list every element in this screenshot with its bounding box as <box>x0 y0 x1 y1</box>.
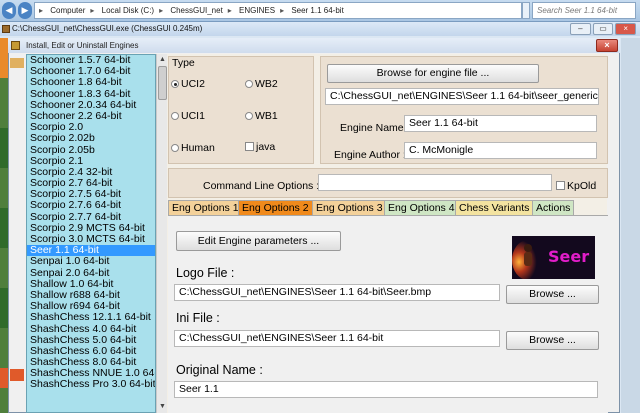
side-marker <box>10 369 24 381</box>
ini-browse-button[interactable]: Browse ... <box>506 331 599 350</box>
browse-engine-file-button[interactable]: Browse for engine file ... <box>327 64 539 83</box>
radio-human[interactable] <box>171 144 179 152</box>
chevron-right-icon: ▸ <box>90 6 95 15</box>
dialog-title: Install, Edit or Uninstall Engines <box>8 38 620 53</box>
logo-text: Seer <box>548 247 590 266</box>
engine-list[interactable]: Schooner 1.5.7 64-bit Schooner 1.7.0 64-b… <box>26 54 156 413</box>
close-button[interactable]: × <box>615 23 637 35</box>
back-arrow-icon[interactable]: ◀ <box>2 2 16 19</box>
engine-name-field[interactable]: Seer 1.1 64-bit <box>404 115 597 132</box>
engine-name-label: Engine Name : <box>340 122 410 134</box>
engine-path-field[interactable]: C:\ChessGUI_net\ENGINES\Seer 1.1 64-bit\… <box>325 88 599 105</box>
kpold-checkbox[interactable] <box>556 181 565 190</box>
type-label: Type <box>172 57 195 69</box>
engine-author-field[interactable]: C. McMonigle <box>404 142 597 159</box>
breadcrumb-item[interactable]: Local Disk (C:) <box>102 6 154 15</box>
engine-list-item[interactable]: Scorpio 2.02b <box>27 133 155 144</box>
breadcrumb-item[interactable]: ENGINES <box>239 6 275 15</box>
window-controls: – ▭ × <box>570 23 637 36</box>
address-bar[interactable]: ▸ Computer ▸ Local Disk (C:) ▸ ChessGUI_ne… <box>34 2 522 19</box>
radio-label: WB2 <box>255 78 278 90</box>
engine-list-item[interactable]: Scorpio 2.05b <box>27 144 155 156</box>
engine-logo-image: Seer <box>512 236 595 279</box>
radio-wb1[interactable] <box>245 112 253 120</box>
breadcrumb-item[interactable]: Computer <box>50 6 85 15</box>
scroll-thumb[interactable] <box>158 66 167 100</box>
command-line-field[interactable] <box>318 174 552 191</box>
chevron-right-icon: ▸ <box>227 6 232 15</box>
board-edge <box>0 38 8 413</box>
ini-file-label: Ini File : <box>176 311 220 325</box>
breadcrumb-item[interactable]: ChessGUI_net <box>170 6 222 15</box>
original-name-label: Original Name : <box>176 363 263 377</box>
refresh-button[interactable] <box>522 2 530 19</box>
engine-list-item[interactable]: ShashChess 4.0 64-bit <box>27 323 155 335</box>
chevron-right-icon: ▸ <box>159 6 164 15</box>
window-scrollbar[interactable] <box>621 38 640 413</box>
chevron-right-icon: ▸ <box>39 6 44 15</box>
maximize-button[interactable]: ▭ <box>592 23 614 35</box>
edit-engine-parameters-button[interactable]: Edit Engine parameters ... <box>176 231 341 251</box>
engine-list-scrollbar[interactable]: ▲ ▼ <box>156 54 167 413</box>
java-checkbox[interactable] <box>245 142 254 151</box>
original-name-field[interactable]: Seer 1.1 <box>174 381 598 398</box>
minimize-button[interactable]: – <box>570 23 591 35</box>
logo-file-field[interactable]: C:\ChessGUI_net\ENGINES\Seer 1.1 64-bit\… <box>174 284 500 301</box>
breadcrumb-item[interactable]: Seer 1.1 64-bit <box>291 6 343 15</box>
scroll-up-icon[interactable]: ▲ <box>158 55 167 65</box>
forward-arrow-icon[interactable]: ▶ <box>18 2 32 19</box>
search-input[interactable]: Search Seer 1.1 64-bit <box>532 2 636 19</box>
engine-list-item[interactable]: Schooner 1.8 64-bit <box>27 77 155 88</box>
logo-browse-button[interactable]: Browse ... <box>506 285 599 304</box>
radio-label: Human <box>181 142 215 154</box>
radio-uci2[interactable] <box>171 80 179 88</box>
chevron-right-icon: ▸ <box>280 6 285 15</box>
radio-uci1[interactable] <box>171 112 179 120</box>
java-label: java <box>256 141 276 153</box>
radio-label: UCI2 <box>181 78 205 90</box>
scroll-down-icon[interactable]: ▼ <box>158 402 167 412</box>
kpold-label: KpOld <box>567 180 597 192</box>
radio-wb2[interactable] <box>245 80 253 88</box>
tab-eng-options-3[interactable]: Eng Options 3 <box>312 200 387 215</box>
engine-list-item[interactable]: Senpai 1.0 64-bit <box>27 256 155 267</box>
chessgui-app-icon <box>2 25 10 33</box>
tab-eng-options-2[interactable]: Eng Options 2 <box>238 200 313 215</box>
tab-eng-options-4[interactable]: Eng Options 4 <box>384 200 459 215</box>
dialog-app-icon <box>11 41 20 50</box>
logo-file-label: Logo File : <box>176 266 235 280</box>
dialog-close-button[interactable]: × <box>596 39 618 52</box>
chessgui-title: C:\ChessGUI_net\ChessGUI.exe (ChessGUI 0… <box>0 22 640 36</box>
radio-label: WB1 <box>255 110 278 122</box>
engine-list-item[interactable]: ShashChess Pro 3.0 64-bit <box>27 379 155 390</box>
radio-label: UCI1 <box>181 110 205 122</box>
engine-author-label: Engine Author : <box>334 149 406 161</box>
engine-list-item[interactable]: ShashChess 12.1.1 64-bit <box>27 312 155 323</box>
tab-actions[interactable]: Actions <box>532 200 575 215</box>
side-marker <box>10 58 24 68</box>
engine-list-item[interactable]: Scorpio 2.7.6 64-bit <box>27 200 155 211</box>
tab-eng-options-1[interactable]: Eng Options 1 <box>168 200 243 215</box>
tab-chess-variants[interactable]: Chess Variants <box>455 200 534 215</box>
nav-buttons: ◀ ▶ <box>2 2 32 19</box>
ini-file-field[interactable]: C:\ChessGUI_net\ENGINES\Seer 1.1 64-bit <box>174 330 500 347</box>
command-line-label: Command Line Options : <box>203 180 320 192</box>
